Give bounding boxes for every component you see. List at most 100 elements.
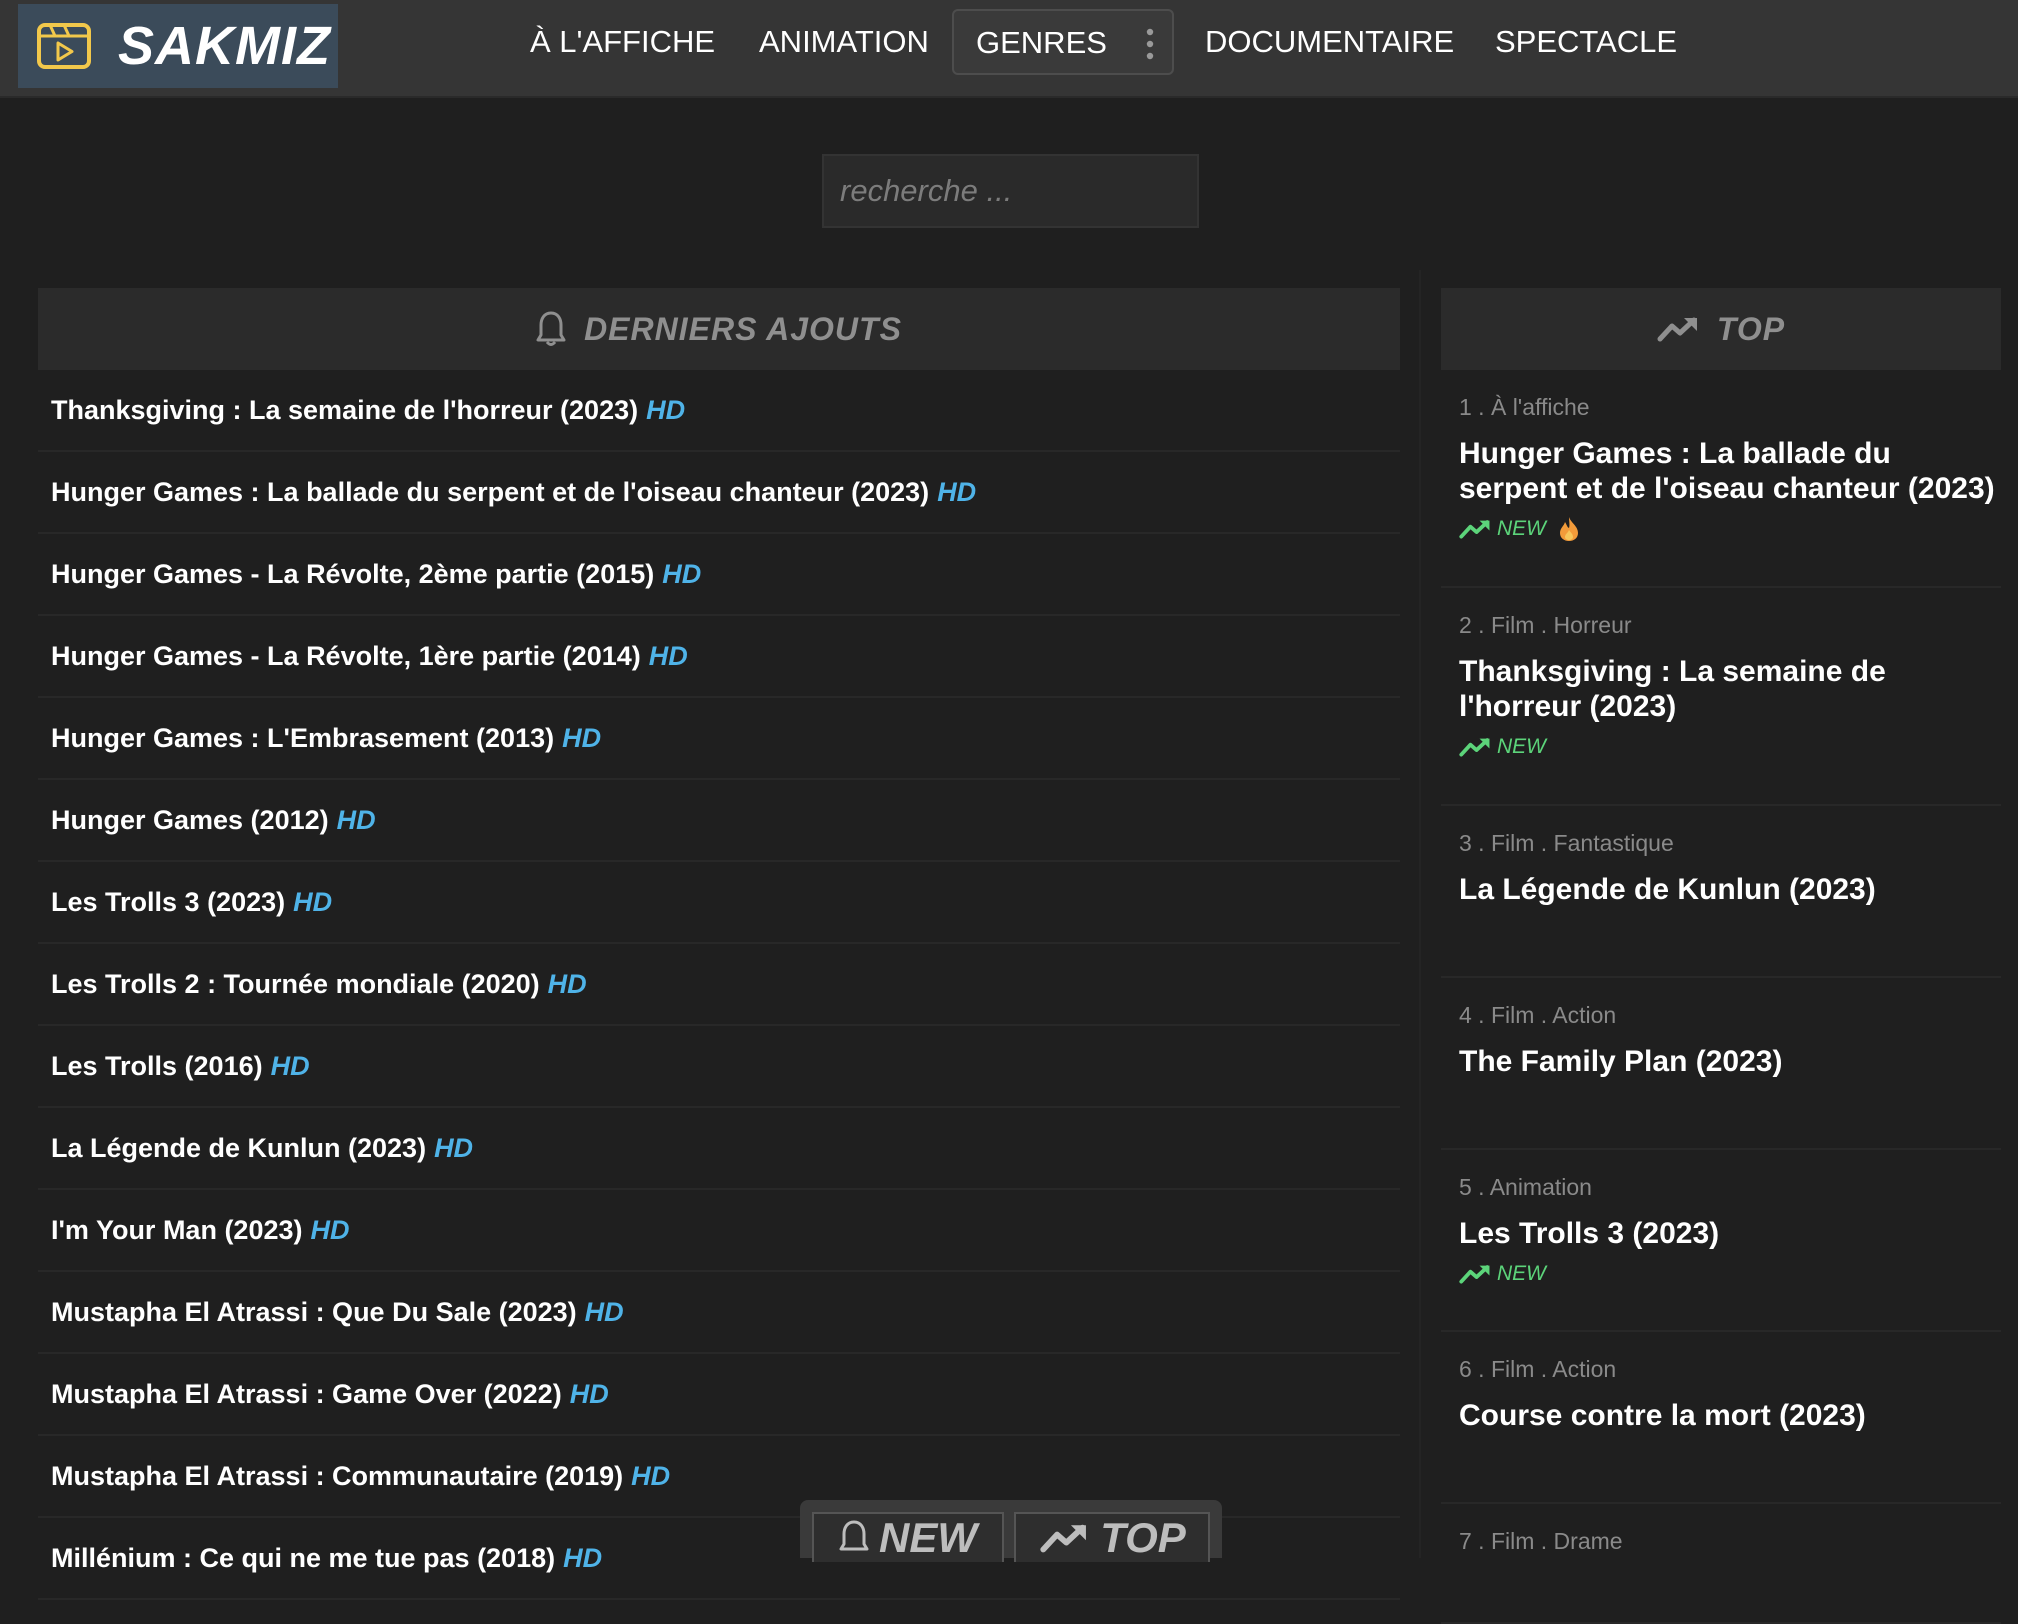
video-play-icon — [37, 23, 91, 69]
top-item-category: 6 . Film . Action — [1459, 1356, 1617, 1382]
site-logo-text: SAKMIZ — [118, 16, 331, 76]
kebab-menu-icon — [1146, 28, 1154, 60]
list-item-title: Millénium : Ce qui ne me tue pas (2018) — [51, 1542, 556, 1573]
trending-up-icon — [1459, 738, 1490, 757]
list-item-title: Mustapha El Atrassi : Communautaire (201… — [51, 1460, 624, 1491]
hd-badge: HD — [563, 1542, 603, 1573]
trending-up-icon — [1459, 1265, 1490, 1284]
top-item-badges: NEW — [1459, 1259, 2001, 1289]
bell-icon — [839, 1520, 869, 1551]
top-toggle-label: TOP — [1100, 1514, 1186, 1561]
top-list-item[interactable]: 7 . Film . Drame — [1441, 1504, 2001, 1624]
hd-badge: HD — [547, 968, 587, 999]
nav-item-documentaire[interactable]: DOCUMENTAIRE — [1205, 24, 1454, 60]
top-header-bar: TOP — [1441, 288, 2001, 370]
list-item[interactable]: Hunger Games - La Révolte, 1ère partie (… — [38, 616, 1400, 698]
top-item-badges: NEW — [1459, 514, 2001, 544]
hd-badge: HD — [648, 640, 688, 671]
top-list-item[interactable]: 1 . À l'affiche Hunger Games : La ballade… — [1441, 370, 2001, 588]
top-item-category: 7 . Film . Drame — [1459, 1528, 1623, 1554]
trending-up-icon — [1657, 317, 1697, 342]
top-list-item[interactable]: 6 . Film . Action Course contre la mort (… — [1441, 1332, 2001, 1504]
top-item-title: The Family Plan (2023) — [1459, 1045, 1783, 1078]
fire-icon — [1560, 517, 1578, 541]
top-title: TOP — [1716, 310, 1786, 347]
list-item-title: Hunger Games - La Révolte, 2ème partie (… — [51, 558, 655, 589]
top-item-title: Les Trolls 3 (2023) — [1459, 1217, 1720, 1250]
list-item[interactable]: Les Trolls (2016) HD — [38, 1026, 1400, 1108]
hd-badge: HD — [569, 1378, 609, 1409]
new-top-toggle-bar: NEW TOP — [800, 1500, 1222, 1562]
list-item-title: Thanksgiving : La semaine de l'horreur (… — [51, 394, 639, 425]
hd-badge: HD — [937, 476, 977, 507]
list-item-title: Les Trolls (2016) — [51, 1050, 263, 1081]
hd-badge: HD — [293, 886, 333, 917]
nav-item-a-l-affiche[interactable]: À L'AFFICHE — [530, 24, 715, 60]
list-item[interactable]: Hunger Games : La ballade du serpent et … — [38, 452, 1400, 534]
top-item-category: 1 . À l'affiche — [1459, 394, 1590, 420]
site-logo[interactable]: SAKMIZ — [18, 4, 338, 88]
top-item-title: Hunger Games : La ballade du serpent et … — [1459, 437, 1995, 505]
top-item-title: Thanksgiving : La semaine de l'horreur (… — [1459, 655, 1886, 723]
hd-badge: HD — [631, 1460, 671, 1491]
latest-additions-panel: DERNIERS AJOUTS Thanksgiving : La semain… — [38, 288, 1400, 1600]
list-item-title: Hunger Games : La ballade du serpent et … — [51, 476, 930, 507]
list-item[interactable]: Thanksgiving : La semaine de l'horreur (… — [38, 370, 1400, 452]
hd-badge: HD — [662, 558, 702, 589]
column-divider — [1419, 270, 1421, 1558]
list-item[interactable]: Hunger Games : L'Embrasement (2013) HD — [38, 698, 1400, 780]
list-item[interactable]: Mustapha El Atrassi : Que Du Sale (2023)… — [38, 1272, 1400, 1354]
trending-up-icon — [1040, 1524, 1087, 1553]
nav-item-spectacle[interactable]: SPECTACLE — [1495, 24, 1677, 60]
list-item-title: Mustapha El Atrassi : Que Du Sale (2023) — [51, 1296, 577, 1327]
list-item[interactable]: Mustapha El Atrassi : Game Over (2022) HD — [38, 1354, 1400, 1436]
list-item[interactable]: Les Trolls 3 (2023) HD — [38, 862, 1400, 944]
top-item-category: 2 . Film . Horreur — [1459, 612, 1632, 638]
list-item[interactable]: La Légende de Kunlun (2023) HD — [38, 1108, 1400, 1190]
hd-badge: HD — [336, 804, 376, 835]
new-badge: NEW — [1497, 1262, 1546, 1285]
list-item-title: Les Trolls 3 (2023) — [51, 886, 286, 917]
latest-additions-header: DERNIERS AJOUTS — [38, 288, 1400, 370]
latest-additions-list: Thanksgiving : La semaine de l'horreur (… — [38, 370, 1400, 1600]
new-toggle-label: NEW — [879, 1514, 977, 1561]
list-item[interactable]: Hunger Games (2012) HD — [38, 780, 1400, 862]
hd-badge: HD — [584, 1296, 624, 1327]
top-item-badges: NEW — [1459, 732, 2001, 762]
list-item-title: Hunger Games : L'Embrasement (2013) — [51, 722, 555, 753]
top-item-category: 5 . Animation — [1459, 1174, 1592, 1200]
nav-item-animation[interactable]: ANIMATION — [759, 24, 929, 60]
top-toggle-button[interactable]: TOP — [1014, 1512, 1210, 1562]
hd-badge: HD — [310, 1214, 350, 1245]
top-item-category: 3 . Film . Fantastique — [1459, 830, 1674, 856]
list-item[interactable]: Les Trolls 2 : Tournée mondiale (2020) HD — [38, 944, 1400, 1026]
list-item[interactable]: Hunger Games - La Révolte, 2ème partie (… — [38, 534, 1400, 616]
top-header: SAKMIZ À L'AFFICHE ANIMATION GENRES DOCU… — [0, 0, 2018, 98]
top-panel: TOP 1 . À l'affiche Hunger Games : La bal… — [1441, 288, 2001, 1624]
top-list-item[interactable]: 5 . Animation Les Trolls 3 (2023) NEW — [1441, 1150, 2001, 1332]
new-badge: NEW — [1497, 517, 1546, 540]
top-list-item[interactable]: 4 . Film . Action The Family Plan (2023) — [1441, 978, 2001, 1150]
latest-additions-title: DERNIERS AJOUTS — [584, 310, 902, 347]
list-item-title: La Légende de Kunlun (2023) — [51, 1132, 427, 1163]
list-item-title: Mustapha El Atrassi : Game Over (2022) — [51, 1378, 562, 1409]
nav-item-genres[interactable]: GENRES — [952, 9, 1174, 75]
bell-icon — [536, 311, 566, 346]
top-item-category: 4 . Film . Action — [1459, 1002, 1617, 1028]
new-toggle-button[interactable]: NEW — [812, 1512, 1004, 1562]
search-input[interactable] — [822, 154, 1199, 228]
top-list: 1 . À l'affiche Hunger Games : La ballade… — [1441, 370, 2001, 1624]
trending-up-icon — [1459, 520, 1490, 539]
list-item[interactable]: I'm Your Man (2023) HD — [38, 1190, 1400, 1272]
new-badge: NEW — [1497, 735, 1546, 758]
top-item-title: La Légende de Kunlun (2023) — [1459, 873, 1876, 906]
hd-badge: HD — [270, 1050, 310, 1081]
nav-genres-label: GENRES — [976, 25, 1107, 60]
top-list-item[interactable]: 2 . Film . Horreur Thanksgiving : La sema… — [1441, 588, 2001, 806]
hd-badge: HD — [646, 394, 686, 425]
list-item-title: I'm Your Man (2023) — [51, 1214, 303, 1245]
list-item-title: Les Trolls 2 : Tournée mondiale (2020) — [51, 968, 540, 999]
top-list-item[interactable]: 3 . Film . Fantastique La Légende de Kunl… — [1441, 806, 2001, 978]
list-item-title: Hunger Games - La Révolte, 1ère partie (… — [51, 640, 641, 671]
top-item-title: Course contre la mort (2023) — [1459, 1399, 1866, 1432]
